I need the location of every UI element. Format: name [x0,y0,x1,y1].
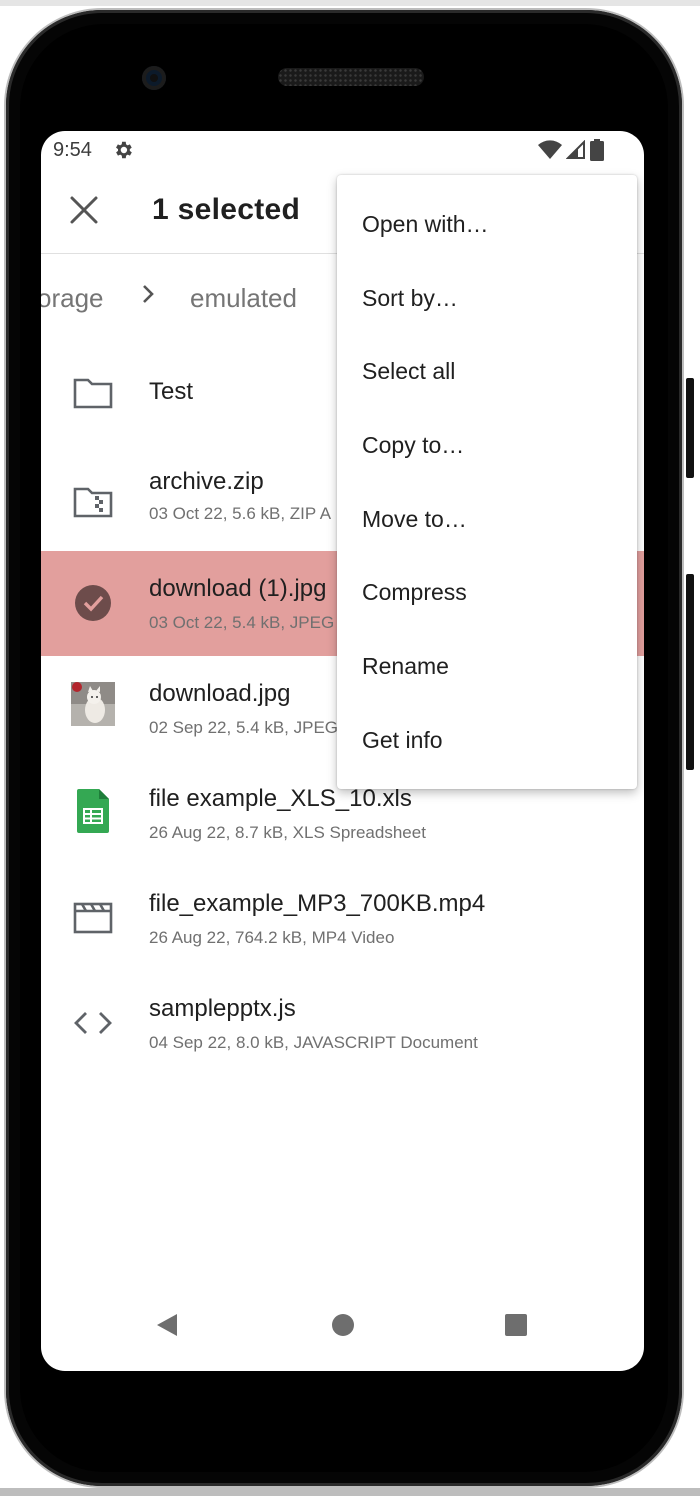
menu-item-get-info[interactable]: Get info [337,704,637,778]
back-icon[interactable] [155,1312,181,1338]
front-camera [142,66,166,90]
breadcrumb-item-storage[interactable]: orage [41,283,104,314]
home-icon[interactable] [330,1312,356,1338]
check-circle-icon [75,585,111,621]
window-bottom-edge [0,1488,700,1496]
file-meta: 02 Sep 22, 5.4 kB, JPEG [149,718,339,737]
cell-signal-icon [566,140,585,159]
battery-icon [590,139,604,161]
menu-item-compress[interactable]: Compress [337,556,637,630]
overflow-menu: Open with… Sort by… Select all Copy to… … [337,175,637,789]
file-meta: 03 Oct 22, 5.6 kB, ZIP A [149,504,332,523]
file-name: file example_XLS_10.xls [149,785,412,812]
file-meta: 04 Sep 22, 8.0 kB, JAVASCRIPT Document [149,1033,478,1052]
close-icon[interactable] [67,193,101,227]
menu-item-copy-to[interactable]: Copy to… [337,409,637,483]
volume-rocker[interactable] [686,574,694,770]
file-name: Test [149,378,194,405]
file-name: download (1).jpg [149,575,327,602]
list-item[interactable]: file_example_MP3_700KB.mp4 26 Aug 22, 76… [41,866,644,971]
breadcrumb-item-emulated[interactable]: emulated [190,283,297,314]
list-item[interactable]: samplepptx.js 04 Sep 22, 8.0 kB, JAVASCR… [41,971,644,1076]
system-nav-bar [41,1291,644,1371]
menu-item-select-all[interactable]: Select all [337,335,637,409]
status-bar: 9:54 [41,131,644,169]
selection-count-title: 1 selected [152,193,301,226]
file-name: samplepptx.js [149,995,296,1022]
code-icon [74,1012,112,1034]
menu-item-sort-by[interactable]: Sort by… [337,262,637,336]
earpiece-speaker [278,68,424,86]
wifi-icon [538,140,562,159]
file-name: archive.zip [149,468,264,495]
menu-item-rename[interactable]: Rename [337,630,637,704]
image-thumbnail [71,682,115,726]
zip-archive-icon [73,487,113,518]
file-meta: 03 Oct 22, 5.4 kB, JPEG [149,613,335,632]
folder-icon [73,378,113,409]
power-button[interactable] [686,378,694,478]
status-icons [538,139,604,161]
menu-item-open-with[interactable]: Open with… [337,188,637,262]
chevron-right-icon [143,285,154,303]
video-icon [73,902,113,934]
file-name: download.jpg [149,680,291,707]
window-top-edge [0,0,700,6]
status-time: 9:54 [53,139,92,161]
settings-gear-icon [116,141,132,159]
menu-item-move-to[interactable]: Move to… [337,483,637,557]
file-name: file_example_MP3_700KB.mp4 [149,890,486,917]
spreadsheet-icon [77,789,109,833]
file-meta: 26 Aug 22, 8.7 kB, XLS Spreadsheet [149,823,426,842]
file-meta: 26 Aug 22, 764.2 kB, MP4 Video [149,928,395,947]
recents-icon[interactable] [503,1312,529,1338]
